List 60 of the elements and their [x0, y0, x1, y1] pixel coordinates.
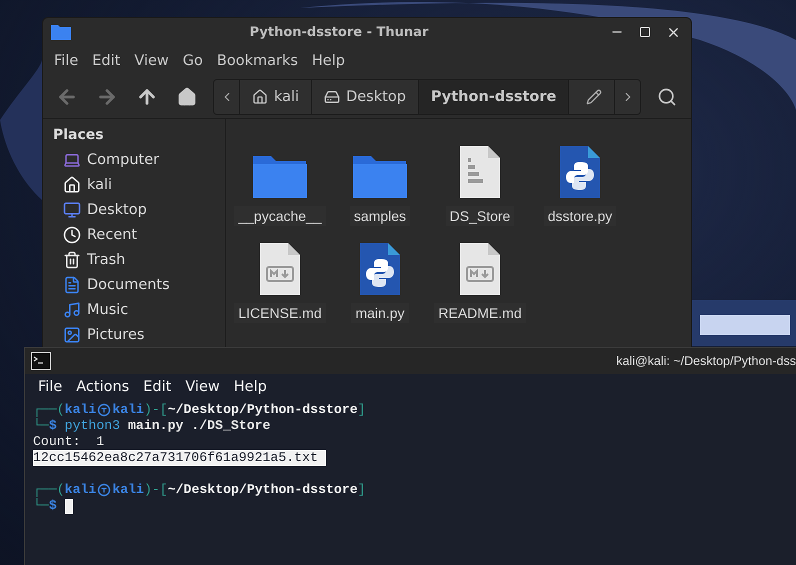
sidebar-item[interactable]: Recent: [53, 222, 225, 247]
prompt-symbol: └─$: [33, 498, 57, 514]
menu-item[interactable]: Help: [304, 51, 352, 71]
menu-item[interactable]: Edit: [85, 51, 128, 71]
sidebar-item[interactable]: Trash: [53, 247, 225, 272]
image-icon: [63, 326, 81, 344]
up-arrow-icon: [136, 86, 158, 108]
window-title: Python-dsstore - Thunar: [248, 24, 430, 40]
home-icon: [177, 87, 197, 107]
file-entry[interactable]: samples: [330, 129, 430, 226]
binary-file-icon: [458, 144, 502, 200]
path-button[interactable]: Python-dsstore: [418, 80, 570, 114]
markdown-file-icon: [458, 241, 502, 297]
home-icon: [252, 89, 268, 105]
sidebar-item[interactable]: Desktop: [53, 197, 225, 222]
monitor-icon: [63, 200, 81, 218]
music-note-icon: [63, 300, 81, 318]
file-entry[interactable]: LICENSE.md: [230, 226, 330, 323]
maximize-icon: [639, 26, 651, 38]
menu-item[interactable]: Edit: [136, 377, 178, 397]
path-button[interactable]: kali: [240, 80, 312, 114]
window-title: kali@kali: ~/Desktop/Python-dss: [616, 354, 796, 368]
markdown-file-icon: [258, 241, 302, 297]
terminal-icon: [31, 352, 51, 370]
pencil-icon: [586, 89, 602, 105]
menu-item[interactable]: View: [178, 377, 227, 397]
sidebar-item[interactable]: Pictures: [53, 322, 225, 347]
document-icon: [63, 276, 81, 294]
menu-item[interactable]: Bookmarks: [210, 51, 305, 71]
prompt-line: ┌──(kali kali)-[~/Desktop/Python-dsstore]: [33, 402, 367, 418]
python-file-icon: [558, 144, 602, 200]
menu-item[interactable]: Actions: [69, 377, 136, 397]
sidebar-item[interactable]: Computer: [53, 147, 225, 172]
drive-icon: [324, 89, 340, 105]
command-text: python3 main.py ./DS_Store: [64, 418, 270, 434]
sidebar-item[interactable]: Documents: [53, 272, 225, 297]
folder-icon: [51, 24, 71, 40]
output-text: Count: 1: [33, 434, 104, 450]
home-icon: [63, 176, 81, 194]
menu-item[interactable]: View: [127, 51, 176, 71]
menu-item[interactable]: File: [47, 51, 86, 71]
menu-item[interactable]: Help: [226, 377, 274, 397]
file-entry[interactable]: DS_Store: [430, 129, 530, 226]
menu-item[interactable]: File: [31, 377, 70, 397]
sidebar-item[interactable]: Music: [53, 297, 225, 322]
right-arrow-icon: [96, 86, 118, 108]
prompt-symbol: └─$: [33, 418, 57, 434]
prompt-line: ┌──(kali kali)-[~/Desktop/Python-dsstore]: [33, 482, 367, 498]
sidebar-item[interactable]: kali: [53, 172, 225, 197]
sidebar-heading: Places: [53, 126, 105, 145]
search-icon: [657, 87, 677, 107]
trash-icon: [63, 250, 81, 268]
menu-item[interactable]: Go: [176, 51, 210, 71]
selected-output-text: 12cc15462ea8c27a731706f61a9921a5.txt: [33, 450, 326, 466]
clock-icon: [63, 226, 81, 244]
file-entry[interactable]: README.md: [430, 226, 530, 323]
file-entry[interactable]: __pycache__: [230, 129, 330, 226]
file-entry[interactable]: dsstore.py: [530, 129, 630, 226]
file-entry[interactable]: main.py: [330, 226, 430, 323]
python-file-icon: [358, 241, 402, 297]
